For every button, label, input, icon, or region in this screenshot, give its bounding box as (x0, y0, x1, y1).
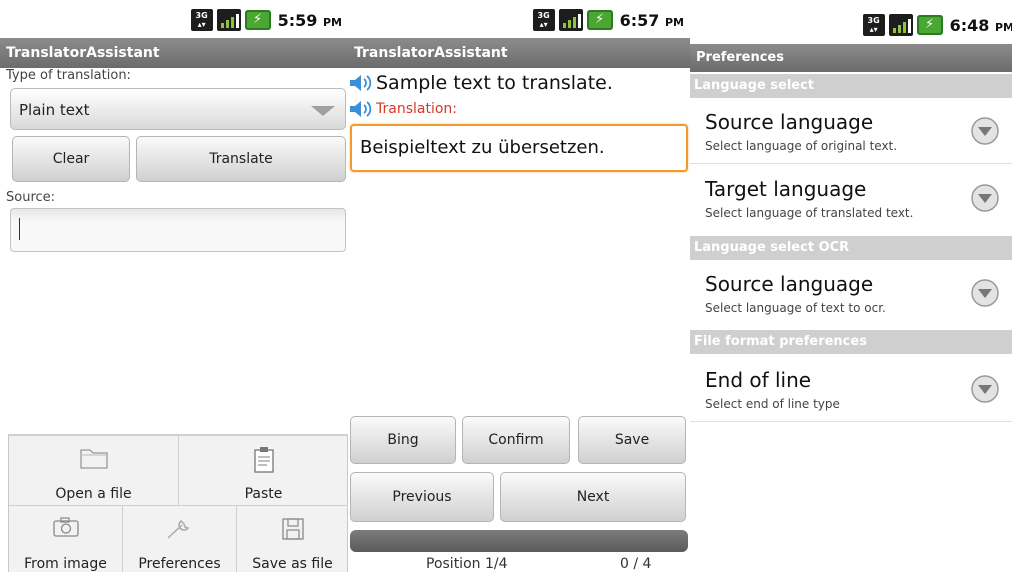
section-header-language-select: Language select (690, 74, 1012, 98)
translate-button[interactable]: Translate (136, 136, 346, 182)
status-bar: 3G ▴▾ ⚡ 5:59 PM (0, 0, 348, 38)
menu-open-file[interactable]: Open a file (9, 436, 179, 506)
source-text-row: Sample text to translate. (348, 72, 613, 94)
pref-target-language[interactable]: Target language Select language of trans… (690, 165, 1012, 231)
translation-input[interactable]: Beispieltext zu übersetzen. (350, 124, 688, 172)
app-title: TranslatorAssistant (348, 38, 690, 68)
pref-title: Target language (705, 177, 867, 201)
translation-screen: 3G ▴▾ ⚡ 6:57 PM TranslatorAssistant Sampl… (348, 0, 690, 572)
clock: 6:48 PM (949, 15, 1012, 35)
clear-button[interactable]: Clear (12, 136, 130, 182)
save-button[interactable]: Save (578, 416, 686, 464)
previous-button[interactable]: Previous (350, 472, 494, 522)
pref-title: Source language (705, 110, 874, 134)
speaker-icon[interactable] (348, 72, 372, 94)
battery-charging-icon: ⚡ (244, 10, 271, 30)
type-of-translation-label: Type of translation: (6, 68, 131, 83)
clock: 6:57 PM (619, 10, 684, 30)
translation-type-value: Plain text (19, 101, 90, 119)
3g-icon: 3G ▴▾ (190, 9, 213, 31)
preferences-screen: 3G ▴▾ ⚡ 6:48 PM Preferences Language sele… (690, 0, 1012, 572)
menu-preferences-label: Preferences (138, 556, 221, 572)
translation-label-row: Translation: (348, 98, 457, 120)
pref-end-of-line[interactable]: End of line Select end of line type (690, 356, 1012, 422)
clipboard-icon (179, 446, 348, 473)
menu-paste-label: Paste (244, 486, 283, 502)
menu-open-file-label: Open a file (55, 486, 132, 502)
source-label: Source: (6, 190, 56, 205)
folder-icon (9, 446, 178, 472)
section-header-file-format: File format preferences (690, 330, 1012, 354)
battery-charging-icon: ⚡ (916, 15, 943, 35)
pref-title: End of line (705, 368, 812, 392)
menu-from-image-label: From image (24, 556, 107, 572)
battery-charging-icon: ⚡ (586, 10, 613, 30)
section-header-language-select-ocr: Language select OCR (690, 236, 1012, 260)
3g-icon: 3G ▴▾ (862, 14, 885, 36)
chevron-down-icon[interactable] (970, 374, 1000, 404)
bing-button[interactable]: Bing (350, 416, 456, 464)
next-button[interactable]: Next (500, 472, 686, 522)
pref-summary: Select language of translated text. (705, 206, 914, 220)
menu-preferences[interactable]: Preferences (123, 506, 237, 572)
dropdown-arrow-icon (311, 106, 335, 116)
main-screen: 3G ▴▾ ⚡ 5:59 PM TranslatorAssistant Type … (0, 0, 348, 572)
chevron-down-icon[interactable] (970, 278, 1000, 308)
signal-icon (558, 9, 583, 31)
app-title: TranslatorAssistant (0, 38, 348, 68)
progress-bar (350, 530, 688, 552)
chevron-down-icon[interactable] (970, 183, 1000, 213)
chevron-down-icon[interactable] (970, 116, 1000, 146)
pref-title: Source language (705, 272, 874, 296)
floppy-disk-icon (237, 516, 348, 542)
translation-type-spinner[interactable]: Plain text (10, 88, 346, 130)
3g-icon: 3G ▴▾ (532, 9, 555, 31)
options-menu: Open a file Paste From image Preferences… (8, 434, 348, 572)
clock: 5:59 PM (277, 10, 342, 30)
speaker-icon[interactable] (348, 98, 372, 120)
source-text: Sample text to translate. (376, 72, 613, 94)
status-bar: 3G ▴▾ ⚡ 6:57 PM (348, 0, 690, 38)
text-caret (19, 218, 20, 240)
count-text: 0 / 4 (620, 556, 652, 572)
status-bar: 3G ▴▾ ⚡ 6:48 PM (690, 0, 1012, 44)
pref-summary: Select end of line type (705, 397, 840, 411)
pref-ocr-source-language[interactable]: Source language Select language of text … (690, 260, 1012, 326)
menu-save-as-file[interactable]: Save as file (237, 506, 348, 572)
position-text: Position 1/4 (426, 556, 508, 572)
camera-icon (9, 516, 122, 542)
confirm-button[interactable]: Confirm (462, 416, 570, 464)
menu-paste[interactable]: Paste (179, 436, 348, 506)
menu-from-image[interactable]: From image (9, 506, 123, 572)
pref-source-language[interactable]: Source language Select language of origi… (690, 98, 1012, 164)
signal-icon (216, 9, 241, 31)
menu-save-as-file-label: Save as file (252, 556, 333, 572)
translation-label: Translation: (376, 101, 457, 117)
wrench-icon (123, 516, 236, 542)
preferences-title: Preferences (690, 44, 1012, 72)
source-input[interactable] (10, 208, 346, 252)
pref-summary: Select language of text to ocr. (705, 301, 886, 315)
pref-summary: Select language of original text. (705, 139, 898, 153)
signal-icon (888, 14, 913, 36)
